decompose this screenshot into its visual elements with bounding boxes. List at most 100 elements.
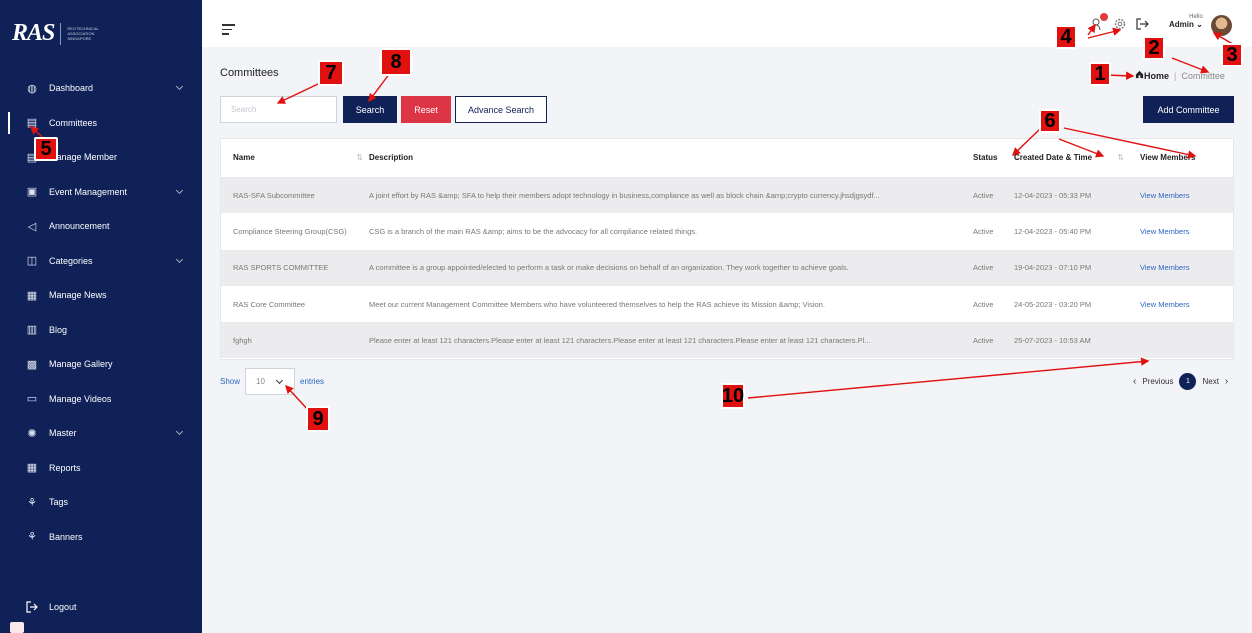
logo-subtitle: REGTECHNICAL ASSOCIATION SINGAPORE — [67, 26, 99, 41]
cell-status: Active — [973, 299, 994, 309]
table-row: fghgh Please enter at least 121 character… — [221, 322, 1233, 359]
sidebar-item-label: Banners — [49, 531, 83, 542]
user-menu[interactable]: Hello Admin ⌄ — [1169, 14, 1203, 29]
sidebar-item-reports[interactable]: ▦ Reports — [0, 451, 202, 486]
chevron-down-icon[interactable] — [175, 186, 184, 194]
cell-status: Active — [973, 322, 1014, 359]
cell-view-members[interactable]: View Members — [1138, 177, 1233, 214]
chevron-left-icon[interactable]: ‹ — [1133, 376, 1136, 387]
table-row: Compliance Steering Group(CSG) CSG is a b… — [221, 213, 1233, 249]
cell-created: 25-07-2023 - 10:53 AM — [1014, 322, 1138, 359]
sidebar-item-dashboard[interactable]: ◍ Dashboard — [0, 71, 202, 106]
sidebar-item-label: Manage News — [49, 290, 107, 301]
sort-icon[interactable]: ⇅ — [356, 153, 363, 162]
cell-created: 12-04-2023 - 05:40 PM — [1014, 226, 1092, 236]
cell-description: Meet our current Management Committee Me… — [369, 299, 825, 309]
page-1-button[interactable]: 1 — [1179, 373, 1197, 390]
cell-view-members[interactable]: View Members — [1138, 286, 1233, 322]
committee-icon: ▤ — [26, 117, 38, 130]
cell-view-members[interactable] — [1138, 322, 1233, 359]
header-description: Description — [369, 139, 973, 178]
previous-button[interactable]: Previous — [1142, 377, 1173, 386]
cell-created: 19-04-2023 - 07:10 PM — [1014, 249, 1138, 286]
sidebar-item-manage-news[interactable]: ▦ Manage News — [0, 278, 202, 313]
header-status-label: Status — [973, 153, 998, 163]
chevron-right-icon[interactable]: › — [1225, 376, 1228, 387]
cell-status: Active — [973, 226, 994, 236]
header-created[interactable]: Created Date & Time ⇅ — [1014, 139, 1138, 178]
signout-icon[interactable] — [1135, 17, 1149, 31]
sidebar-item-categories[interactable]: ◫ Categories — [0, 244, 202, 279]
notification-badge — [1100, 13, 1108, 21]
logout-icon — [25, 600, 39, 614]
sidebar-item-banners[interactable]: ⚘ Banners — [0, 520, 202, 555]
header-name[interactable]: Name ⇅ — [221, 139, 369, 178]
sidebar-item-label: Reports — [49, 462, 81, 473]
sidebar-item-tags[interactable]: ⚘ Tags — [0, 485, 202, 520]
sidebar-item-manage-member[interactable]: ▤ Manage Member — [0, 140, 202, 175]
hamburger-menu-icon[interactable] — [222, 24, 235, 38]
logo[interactable]: RAS REGTECHNICAL ASSOCIATION SINGAPORE — [12, 20, 99, 47]
cell-description: CSG is a branch of the main RAS &amp; ai… — [369, 226, 698, 236]
sidebar-item-announcement[interactable]: ◁ Announcement — [0, 209, 202, 244]
breadcrumb-home[interactable]: Home — [1144, 71, 1169, 81]
sidebar-item-manage-videos[interactable]: ▭ Manage Videos — [0, 382, 202, 417]
chevron-down-icon[interactable] — [175, 427, 184, 436]
search-button[interactable]: Search — [343, 96, 397, 123]
logout-button[interactable]: Logout — [25, 600, 77, 614]
header-status[interactable]: Status ⇅ — [973, 139, 1020, 178]
sidebar-item-label: Master — [49, 428, 77, 439]
annotation-marker-9: 9 — [306, 406, 330, 432]
annotation-marker-10: 10 — [721, 383, 745, 409]
sidebar-item-label: Dashboard — [49, 83, 94, 94]
entries-select[interactable]: 10 — [245, 368, 296, 395]
debug-icon[interactable] — [10, 622, 24, 633]
notification-icon[interactable] — [1091, 13, 1108, 31]
cell-view-members[interactable]: View Members — [1138, 249, 1233, 286]
sidebar-item-label: Announcement — [49, 221, 110, 232]
chevron-down-icon[interactable] — [175, 255, 184, 263]
sidebar-item-label: Manage Member — [49, 152, 118, 163]
avatar[interactable] — [1211, 15, 1232, 36]
sidebar-item-manage-gallery[interactable]: ▩ Manage Gallery — [0, 347, 202, 382]
add-committee-button[interactable]: Add Committee — [1143, 96, 1234, 123]
table-header-row: Name ⇅ Description Status ⇅ Created Date &… — [221, 139, 1233, 178]
committees-table: Name ⇅ Description Status ⇅ Created Date &… — [220, 138, 1234, 360]
sidebar-item-label: Manage Gallery — [49, 359, 113, 370]
gear-icon[interactable] — [1113, 17, 1127, 31]
cell-name: Compliance Steering Group(CSG) — [233, 226, 347, 236]
cell-name: fghgh — [221, 322, 369, 359]
reset-button[interactable]: Reset — [401, 96, 451, 123]
sidebar-item-committees[interactable]: ▤ Committees — [0, 105, 202, 140]
cell-name: RAS-SFA Subcommittee — [221, 177, 369, 214]
breadcrumb-separator: | — [1174, 70, 1177, 81]
sidebar-item-master[interactable]: ✺ Master — [0, 416, 202, 451]
sidebar-item-event-management[interactable]: ▣ Event Management — [0, 175, 202, 210]
username-label: Admin — [1169, 20, 1194, 29]
table-row: RAS Core Committee Meet our current Manag… — [221, 286, 1233, 322]
cell-view-members[interactable]: View Members — [1138, 213, 1233, 249]
sort-icon[interactable]: ⇅ — [1117, 153, 1124, 162]
search-input[interactable] — [220, 96, 337, 123]
megaphone-icon: ◁ — [27, 220, 37, 233]
username: Admin ⌄ — [1169, 20, 1203, 29]
chevron-down-icon[interactable] — [175, 82, 184, 91]
next-button[interactable]: Next — [1202, 377, 1218, 386]
chevron-down-icon — [275, 376, 284, 385]
home-icon[interactable] — [1135, 70, 1144, 81]
logo-mark: RAS — [12, 20, 55, 46]
sidebar-item-label: Event Management — [49, 186, 128, 197]
annotation-marker-3: 3 — [1221, 43, 1243, 67]
advance-search-button[interactable]: Advance Search — [455, 96, 547, 123]
logo-divider — [60, 22, 62, 45]
tags-icon: ⚘ — [27, 496, 37, 509]
cell-name: RAS SPORTS COMMITTEE — [221, 249, 369, 286]
sidebar-item-label: Manage Videos — [49, 393, 112, 404]
table-row: RAS SPORTS COMMITTEE A committee is a gro… — [221, 249, 1233, 286]
sidebar-item-blog[interactable]: ▥ Blog — [0, 313, 202, 348]
annotation-marker-5: 5 — [34, 137, 58, 161]
breadcrumb: Home | Committee — [1135, 70, 1225, 81]
arrow-9 — [747, 357, 1150, 399]
annotation-marker-8: 8 — [380, 48, 412, 76]
calendar-icon: ▣ — [26, 186, 38, 199]
